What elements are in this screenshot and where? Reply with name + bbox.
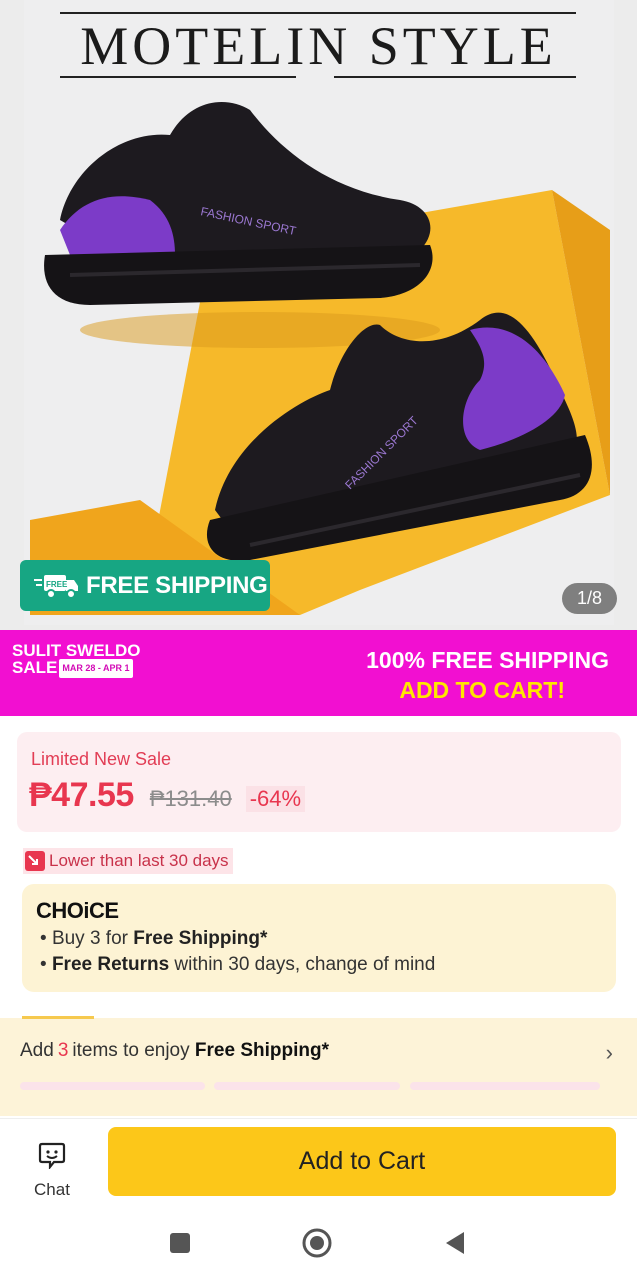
product-image-carousel[interactable]: FASHION SPORT FASHION SPORT MOTELIN STYL… (0, 0, 637, 630)
triangle-back-icon[interactable] (440, 1228, 470, 1258)
fs-prefix: Add (20, 1040, 54, 1061)
price-row: ₱47.55 ₱131.40 -64% (29, 776, 306, 815)
product-photo-shoes: FASHION SPORT FASHION SPORT (30, 102, 610, 615)
free-shipping-progress-strip[interactable]: Add 3 items to enjoy Free Shipping* › (0, 1016, 637, 1116)
current-price: ₱47.55 (29, 776, 134, 814)
lowest-price-note: Lower than last 30 days (23, 848, 233, 874)
chat-icon (38, 1142, 66, 1171)
add-to-cart-button[interactable]: Add to Cart (108, 1127, 616, 1196)
promo-subheadline: ADD TO CART! (399, 677, 565, 703)
fs-bold: Free Shipping* (194, 1040, 329, 1061)
promo-campaign-line1: SULIT SWELDO (12, 641, 141, 660)
brand-rule-bottom-right (334, 76, 576, 78)
progress-segment (214, 1082, 400, 1090)
choice-benefit1-prefix: Buy 3 for (51, 928, 134, 949)
promo-date-badge: MAR 28 - APR 1 (59, 659, 133, 679)
promo-campaign-label: SULIT SWELDO SALE MAR 28 - APR 1 (12, 641, 141, 679)
progress-segment (20, 1082, 205, 1090)
fs-count: 3 (57, 1040, 69, 1061)
truck-icon: FREE (34, 574, 78, 599)
trend-down-icon (25, 851, 45, 871)
square-icon[interactable] (165, 1228, 195, 1258)
free-shipping-progress-text: Add 3 items to enjoy Free Shipping* (20, 1040, 329, 1062)
chat-label: Chat (34, 1180, 70, 1199)
choice-benefit2-suffix: within 30 days, change of mind (169, 954, 436, 975)
sale-label: Limited New Sale (31, 749, 172, 769)
promo-banner[interactable]: SULIT SWELDO SALE MAR 28 - APR 1 100% FRE… (0, 630, 637, 716)
brand-rule-bottom-left (60, 76, 296, 78)
lowest-price-text: Lower than last 30 days (49, 851, 229, 870)
choice-logo: CHOiCE (36, 898, 119, 923)
chat-button[interactable]: Chat (24, 1141, 80, 1200)
original-price: ₱131.40 (149, 786, 232, 811)
discount-badge: -64% (245, 786, 306, 812)
free-shipping-badge: FREE FREE SHIPPING (20, 560, 270, 611)
brand-rule-top (60, 12, 576, 14)
fs-middle: items to enjoy (72, 1040, 190, 1061)
image-pager-indicator: 1/8 (562, 583, 617, 614)
free-icon-text: FREE (46, 580, 68, 589)
strip-tab-indicator (22, 1016, 94, 1019)
choice-benefits-card[interactable]: CHOiCE • Buy 3 for Free Shipping* • Free… (22, 884, 616, 992)
choice-benefit-free-shipping: • Buy 3 for Free Shipping* (40, 928, 268, 949)
system-navigation-bar (0, 1204, 637, 1280)
price-card: Limited New Sale ₱47.55 ₱131.40 -64% (17, 732, 621, 832)
progress-segment (410, 1082, 600, 1090)
free-shipping-label: FREE SHIPPING (86, 571, 268, 599)
choice-benefit-free-returns: • Free Returns within 30 days, change of… (40, 954, 436, 975)
choice-benefit1-bold: Free Shipping* (133, 928, 268, 949)
promo-headline: 100% FREE SHIPPING (366, 647, 609, 673)
circle-icon[interactable] (302, 1228, 332, 1258)
brand-header: MOTELIN STYLE (0, 0, 637, 84)
promo-campaign-line2: SALE (12, 658, 58, 677)
brand-title: MOTELIN STYLE (80, 16, 557, 76)
chevron-right-icon[interactable]: › (606, 1040, 613, 1066)
choice-benefit2-bold: Free Returns (51, 954, 170, 975)
bottom-action-bar: Chat Add to Cart (0, 1118, 637, 1204)
